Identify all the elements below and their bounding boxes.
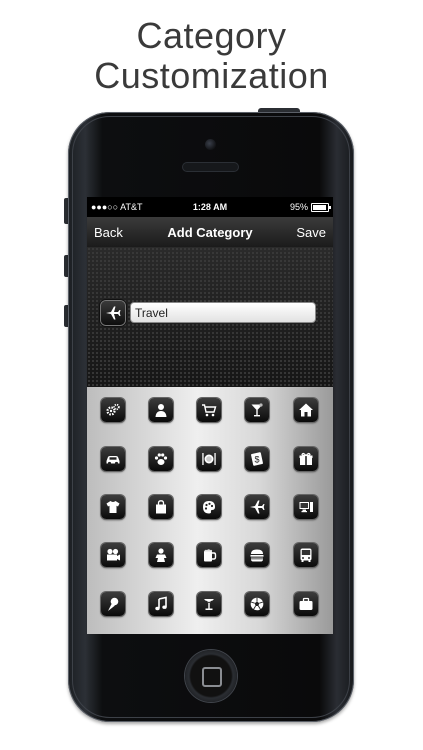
save-button[interactable]: Save [296,225,326,240]
icon-option-house[interactable] [294,398,318,422]
promo-line-1: Category [136,15,287,56]
status-bar: ●●●○○ AT&T 1:28 AM 95% [87,197,333,217]
icon-option-medical[interactable] [197,592,221,616]
icon-option-money[interactable]: $ [245,447,269,471]
icon-option-computer[interactable] [294,495,318,519]
promo-line-2: Customization [94,55,329,96]
baby-icon [155,548,167,562]
car-icon [106,456,120,466]
plate-cutlery-icon [202,453,216,465]
icon-option-beer[interactable] [197,543,221,567]
icon-option-shopping-cart[interactable] [197,398,221,422]
category-name-input[interactable] [130,302,316,323]
icon-picker-grid: $ [87,387,333,634]
briefcase-icon [299,597,313,610]
house-icon [299,403,313,417]
category-editor [87,247,333,387]
earpiece-speaker [183,163,238,171]
cocktail-icon [251,403,263,417]
bus-icon [300,548,312,562]
icon-option-person[interactable] [149,398,173,422]
icon-option-gears[interactable] [101,398,125,422]
icon-option-briefcase[interactable] [294,592,318,616]
icon-option-palette[interactable] [197,495,221,519]
icon-option-paw[interactable] [149,447,173,471]
icon-option-airplane[interactable] [245,495,269,519]
icon-option-ice-cream[interactable] [101,592,125,616]
palette-icon [203,501,215,514]
svg-text:$: $ [254,455,259,465]
medical-icon [204,599,214,610]
icon-option-shopping-bag[interactable] [149,495,173,519]
person-icon [155,404,167,417]
computer-icon [299,502,313,513]
phone-screen: ●●●○○ AT&T 1:28 AM 95% Back Add Category… [87,197,333,634]
money-icon: $ [251,452,263,466]
airplane-icon [106,306,121,320]
burger-icon [250,549,264,562]
gift-icon [299,452,313,465]
icon-option-plate-cutlery[interactable] [197,447,221,471]
shopping-bag-icon [156,500,166,514]
selected-category-icon[interactable] [101,301,125,325]
battery-percent: 95% [289,202,308,212]
home-button[interactable] [185,650,237,702]
soccer-ball-icon [250,597,264,611]
icon-option-music-note[interactable] [149,592,173,616]
icon-option-car[interactable] [101,447,125,471]
icon-option-baby[interactable] [149,543,173,567]
icon-option-burger[interactable] [245,543,269,567]
music-note-icon [155,596,167,611]
navigation-bar: Back Add Category Save [87,217,333,247]
shopping-cart-icon [202,404,217,417]
front-camera [205,139,216,150]
tshirt-icon [106,501,120,513]
airplane-icon [250,500,265,514]
icon-option-gift[interactable] [294,447,318,471]
film-projector-icon [107,548,120,561]
icon-option-cocktail[interactable] [245,398,269,422]
icon-option-film-projector[interactable] [101,543,125,567]
paw-icon [154,453,168,465]
icon-option-bus[interactable] [294,543,318,567]
icon-option-soccer-ball[interactable] [245,592,269,616]
promo-headline: Category Customization [0,16,423,96]
battery-indicator: 95% [289,202,331,212]
gears-icon [106,403,120,416]
battery-icon [311,202,331,212]
ice-cream-icon [108,597,119,611]
beer-icon [204,549,217,562]
icon-option-tshirt[interactable] [101,495,125,519]
